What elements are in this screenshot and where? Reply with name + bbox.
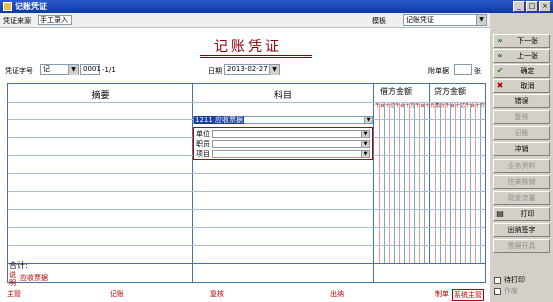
check-icon: ✔ bbox=[496, 66, 504, 75]
chevron-down-icon[interactable]: ▼ bbox=[269, 65, 279, 75]
aux-unit-select[interactable]: ▼ bbox=[212, 129, 370, 138]
column-divider bbox=[192, 84, 193, 282]
row-line bbox=[8, 102, 485, 103]
cashier-sign-button[interactable]: 出纳签字 bbox=[493, 223, 550, 237]
review-label: 复核 bbox=[210, 290, 224, 298]
row-line bbox=[8, 209, 485, 210]
total-line bbox=[8, 263, 485, 264]
chevron-down-icon[interactable]: ▼ bbox=[361, 150, 369, 157]
print-pending-checkbox[interactable]: 待打印 bbox=[494, 275, 525, 285]
row-line bbox=[8, 245, 485, 246]
chevron-down-icon[interactable]: ▼ bbox=[476, 15, 486, 25]
date-label: 日期 bbox=[208, 67, 222, 75]
checkbox-box[interactable] bbox=[494, 276, 501, 284]
chevron-down-icon[interactable]: ▼ bbox=[361, 140, 369, 147]
review-button[interactable]: 复核 bbox=[493, 110, 550, 124]
cashier-label: 出纳 bbox=[330, 290, 344, 298]
chevron-down-icon[interactable]: ▼ bbox=[361, 130, 369, 137]
error-button[interactable]: 错误 bbox=[493, 94, 550, 108]
voucher-type-select[interactable]: 记 ▼ bbox=[40, 64, 79, 75]
aux-unit-row: 单位 ▼ bbox=[196, 129, 370, 138]
amount-grid bbox=[374, 102, 485, 264]
app-icon bbox=[3, 2, 12, 11]
template-label: 模板 bbox=[372, 17, 386, 25]
column-divider bbox=[429, 84, 430, 102]
source-label: 凭证来源 bbox=[3, 17, 31, 25]
credit-header: 贷方金额 bbox=[434, 87, 466, 96]
top-strip: 凭证来源 手工录入 模板 记账凭证 ▼ bbox=[0, 13, 490, 28]
template-select[interactable]: 记账凭证 ▼ bbox=[403, 14, 487, 26]
voucher-number-field[interactable]: 0001 bbox=[80, 64, 101, 75]
reconcile-button[interactable]: 往来核销 bbox=[493, 175, 550, 189]
next-button[interactable]: » 下一张 bbox=[493, 34, 550, 48]
previous-button[interactable]: «上一张 bbox=[493, 49, 550, 63]
title-underline bbox=[200, 55, 312, 56]
signature-row: 主管 记账 复核 出纳 制单 系统主管 bbox=[0, 289, 490, 301]
source-value: 手工录入 bbox=[38, 15, 72, 25]
debit-header: 借方金额 bbox=[380, 87, 412, 96]
confirm-button[interactable]: ✔ 确定 bbox=[493, 64, 550, 78]
voucher-type-label: 凭证字号 bbox=[5, 67, 33, 75]
maker-label: 制单 bbox=[435, 290, 449, 298]
post-button[interactable]: 记账 bbox=[493, 126, 550, 140]
row-line bbox=[8, 227, 485, 228]
voucher-table: 摘要 科目 借方金额 贷方金额 千百十亿千百十万千百十元角分千百十亿千百十万千百… bbox=[7, 83, 486, 283]
aux-project-row: 项目 ▼ bbox=[196, 149, 370, 158]
chevron-down-icon[interactable]: ▼ bbox=[364, 117, 372, 123]
total-label: 合计: bbox=[9, 261, 28, 270]
date-field[interactable]: 2013-02-27 ▼ bbox=[224, 64, 280, 75]
issue-bill-button[interactable]: 票据开具 bbox=[493, 239, 550, 253]
supervisor-label: 主管 bbox=[7, 290, 21, 298]
maker-value: 系统主管 bbox=[452, 289, 484, 301]
row-line bbox=[8, 191, 485, 192]
chevron-down-icon[interactable]: ▼ bbox=[68, 65, 78, 75]
voucher-title: 记账凭证 bbox=[214, 39, 282, 55]
cancel-button[interactable]: ✖ 取消 bbox=[493, 79, 550, 93]
maximize-button[interactable]: □ bbox=[526, 1, 538, 12]
void-checkbox[interactable]: 作废 bbox=[494, 286, 518, 296]
business-data-button[interactable]: 业务资料 bbox=[493, 159, 550, 173]
window-title: 记账凭证 bbox=[15, 2, 47, 11]
next-icon: » bbox=[497, 36, 503, 45]
auxiliary-panel: 单位 ▼ 职员 ▼ 项目 ▼ bbox=[193, 127, 373, 160]
right-toolbar: » 下一张 «上一张 ✔ 确定 ✖ 取消 错误 复核 记账 冲销 业务资料 往来核销 … bbox=[490, 13, 553, 302]
cash-flow-button[interactable]: 现金流量 bbox=[493, 191, 550, 205]
account-header: 科目 bbox=[273, 91, 292, 101]
aux-staff-select[interactable]: ▼ bbox=[212, 139, 370, 148]
bookkeeping-label: 记账 bbox=[110, 290, 124, 298]
previous-icon: « bbox=[497, 51, 503, 60]
aux-staff-row: 职员 ▼ bbox=[196, 139, 370, 148]
summary-header: 摘要 bbox=[91, 91, 110, 101]
printer-icon: ▤ bbox=[496, 209, 504, 218]
voucher-page: -1/1 bbox=[102, 66, 116, 74]
cross-icon: ✖ bbox=[496, 81, 504, 90]
voucher-panel: 凭证来源 手工录入 模板 记账凭证 ▼ 记账凭证 凭证字号 记 ▼ 0001 -… bbox=[0, 13, 490, 302]
row-line bbox=[8, 173, 485, 174]
checkbox-box[interactable] bbox=[494, 287, 501, 295]
title-bar: 记账凭证 _ □ × bbox=[0, 0, 553, 13]
close-button[interactable]: × bbox=[539, 1, 551, 12]
attachment-count-field[interactable] bbox=[454, 64, 472, 75]
memo-value: 应收票据 bbox=[20, 274, 48, 282]
account-input[interactable]: 1211 应收票据 ▼ bbox=[193, 116, 373, 124]
attachment-unit: 张 bbox=[474, 67, 481, 75]
memo-label: 说明 bbox=[9, 271, 16, 287]
title-underline bbox=[200, 57, 312, 58]
print-button[interactable]: ▤ 打印 bbox=[493, 207, 550, 221]
minimize-button[interactable]: _ bbox=[513, 1, 525, 12]
attachment-label: 附单据 bbox=[428, 67, 449, 75]
aux-project-select[interactable]: ▼ bbox=[212, 149, 370, 158]
reverse-button[interactable]: 冲销 bbox=[493, 142, 550, 156]
